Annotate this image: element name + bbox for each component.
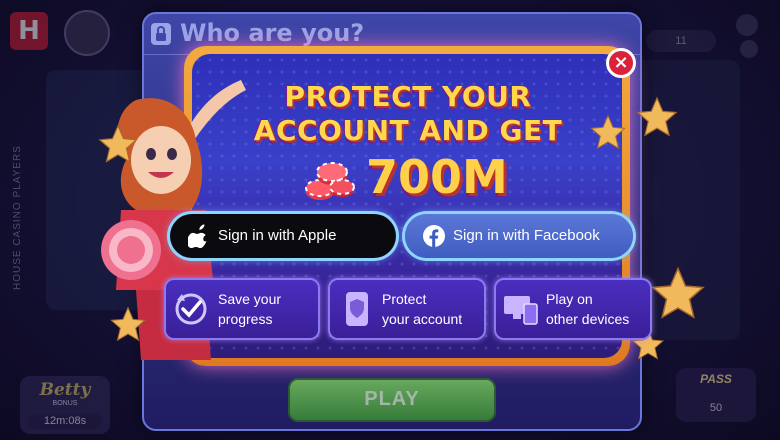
star-icon xyxy=(98,124,138,163)
checkmark-cycle-icon xyxy=(175,293,207,325)
star-icon xyxy=(651,266,705,319)
star-icon xyxy=(590,114,626,150)
devices-icon xyxy=(504,296,538,325)
reward-amount: 700M xyxy=(366,150,508,204)
feature-other-devices-text: Play on other devices xyxy=(546,289,629,329)
close-button[interactable]: × xyxy=(606,48,636,78)
feature-save-progress-text: Save your progress xyxy=(218,289,281,329)
sign-in-facebook-button[interactable]: Sign in with Facebook xyxy=(405,214,633,258)
phone-shield-icon xyxy=(346,292,368,326)
feature-line1: Play on xyxy=(546,291,593,307)
feature-line1: Save your xyxy=(218,291,282,307)
sign-in-apple-button[interactable]: Sign in with Apple xyxy=(170,214,396,258)
feature-line2: other devices xyxy=(546,311,630,327)
star-icon xyxy=(636,96,678,137)
feature-line2: your account xyxy=(382,311,463,327)
facebook-icon xyxy=(423,225,445,247)
lock-icon xyxy=(151,23,171,45)
apple-icon xyxy=(188,224,207,248)
play-button[interactable]: PLAY xyxy=(288,378,496,422)
star-icon xyxy=(110,306,146,342)
sign-in-apple-label: Sign in with Apple xyxy=(218,227,337,244)
promo-headline: PROTECT YOUR ACCOUNT AND GET xyxy=(253,80,563,147)
sign-in-facebook-label: Sign in with Facebook xyxy=(453,227,600,244)
feature-save-progress: Save your progress xyxy=(164,278,320,340)
feature-protect-account: Protect your account xyxy=(328,278,486,340)
modal-title: Who are you? xyxy=(180,19,365,47)
feature-line2: progress xyxy=(218,311,273,327)
casino-chips-icon xyxy=(305,162,355,200)
feature-other-devices: Play on other devices xyxy=(494,278,652,340)
feature-line1: Protect xyxy=(382,291,427,307)
feature-protect-account-text: Protect your account xyxy=(382,289,462,329)
